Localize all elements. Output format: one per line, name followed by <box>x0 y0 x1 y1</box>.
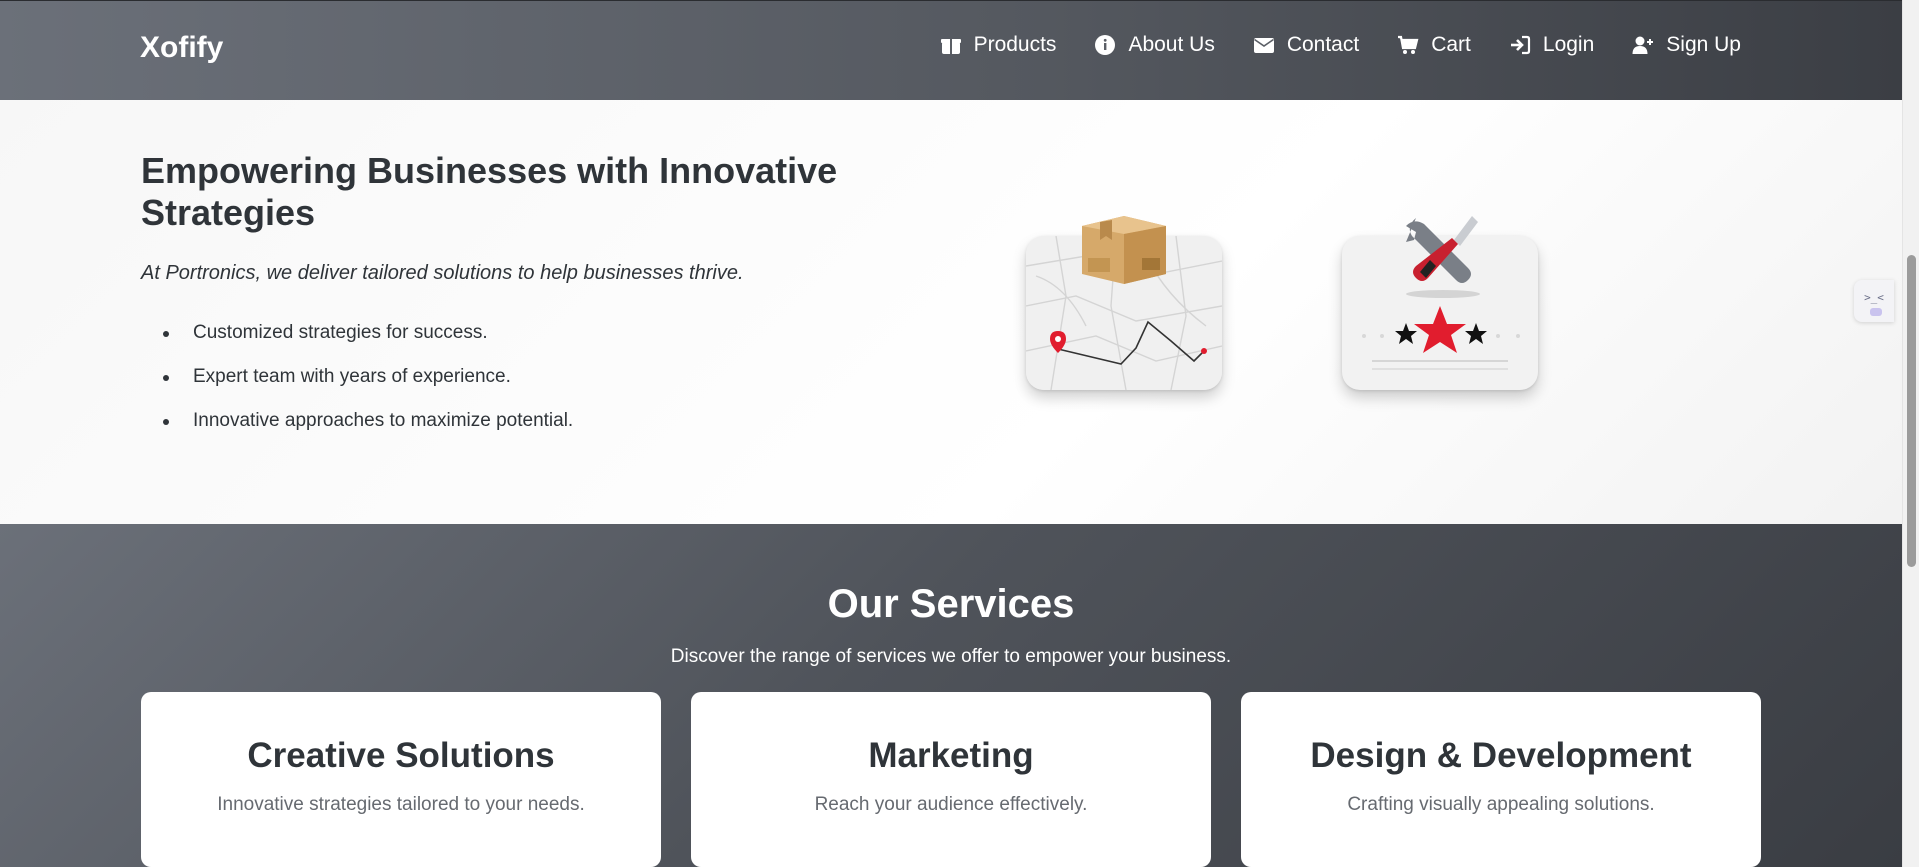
list-item: Customized strategies for success. <box>162 322 573 344</box>
service-card-design[interactable]: Design & Development Crafting visually a… <box>1241 692 1761 867</box>
service-card-creative[interactable]: Creative Solutions Innovative strategies… <box>141 692 661 867</box>
hero-subtitle: At Portronics, we deliver tailored solut… <box>141 262 744 284</box>
services-title: Our Services <box>827 582 1075 626</box>
service-card-title: Design & Development <box>1310 736 1692 775</box>
services-subtitle: Discover the range of services we offer … <box>670 646 1232 667</box>
nav-products[interactable]: Products <box>940 33 1057 57</box>
service-card-text: Reach your audience effectively. <box>814 794 1088 815</box>
page-scrollbar[interactable] <box>1902 0 1919 867</box>
list-item: Expert team with years of experience. <box>162 366 573 388</box>
sign-in-icon <box>1509 34 1531 56</box>
hero-title: Empowering Businesses with Innovative St… <box>141 150 838 233</box>
services-section: Our Services Discover the range of servi… <box>0 524 1902 867</box>
nav-products-label: Products <box>973 33 1057 56</box>
list-item: Innovative approaches to maximize potent… <box>162 410 574 431</box>
package-box-icon <box>1082 216 1166 284</box>
nav-login[interactable]: Login <box>1509 33 1594 57</box>
main-nav: Products About Us Contact Cart Login Sig… <box>940 33 1741 57</box>
nav-contact[interactable]: Contact <box>1253 33 1359 57</box>
user-plus-icon <box>1632 34 1654 56</box>
service-card-text: Innovative strategies tailored to your n… <box>217 794 585 815</box>
info-icon <box>1094 34 1116 56</box>
service-card-text: Crafting visually appealing solutions. <box>1347 794 1655 815</box>
nav-cart-label: Cart <box>1431 33 1471 56</box>
scrollbar-thumb[interactable] <box>1907 255 1916 567</box>
service-card-title: Marketing <box>868 736 1034 775</box>
nav-cart[interactable]: Cart <box>1397 33 1471 57</box>
service-card-title: Creative Solutions <box>247 736 555 775</box>
extension-tab-label: >_< <box>1864 291 1884 304</box>
top-navbar: Xofify Products About Us Contact Cart Lo… <box>0 0 1902 100</box>
nav-contact-label: Contact <box>1286 33 1360 56</box>
wrench-screwdriver-icon <box>1406 216 1478 283</box>
hero-section: Empowering Businesses with Innovative St… <box>0 100 1902 524</box>
nav-about-label: About Us <box>1128 33 1215 56</box>
gift-icon <box>940 34 962 56</box>
envelope-icon <box>1253 34 1275 56</box>
nav-signup[interactable]: Sign Up <box>1632 33 1741 57</box>
nav-about[interactable]: About Us <box>1094 33 1215 57</box>
nav-login-label: Login <box>1542 33 1595 56</box>
hero-bullet-list: Customized strategies for success. Exper… <box>162 322 574 454</box>
tools-rating-illustration <box>1336 212 1546 392</box>
delivery-map-illustration <box>1024 212 1224 392</box>
extension-tab-icon[interactable]: >_< <box>1854 280 1894 322</box>
nav-signup-label: Sign Up <box>1666 33 1741 56</box>
brand-logo[interactable]: Xofify <box>140 31 223 65</box>
cart-icon <box>1397 34 1419 56</box>
service-card-marketing[interactable]: Marketing Reach your audience effectivel… <box>691 692 1211 867</box>
